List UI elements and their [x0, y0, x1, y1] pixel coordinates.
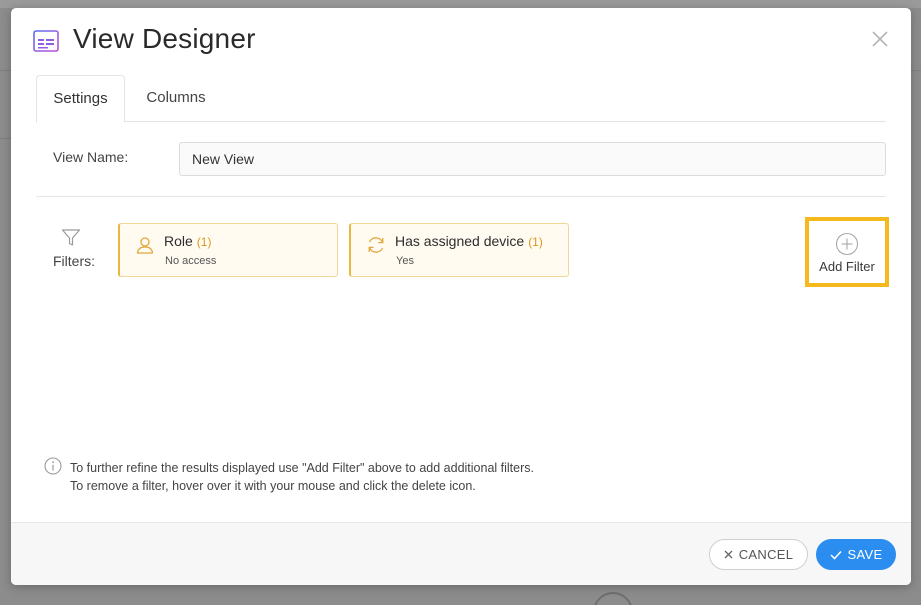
info-line: To further refine the results displayed … [70, 461, 534, 475]
info-text: To further refine the results displayed … [70, 459, 534, 495]
dialog-header: View Designer [11, 8, 911, 74]
filter-chip-has-assigned-device[interactable]: Has assigned device (1) Yes [349, 223, 569, 277]
cancel-label: CANCEL [738, 547, 794, 562]
save-label: SAVE [847, 547, 883, 562]
filter-value: No access [165, 255, 217, 267]
view-designer-icon [33, 30, 59, 52]
view-name-label: View Name: [53, 149, 129, 165]
add-filter-label: Add Filter [819, 259, 875, 274]
filters-label: Filters: [53, 253, 95, 269]
tab-settings[interactable]: Settings [36, 75, 125, 123]
add-filter-button[interactable]: Add Filter [805, 217, 889, 287]
background-divider [911, 70, 921, 71]
background-app-bar [0, 0, 921, 8]
cancel-button[interactable]: CANCEL [709, 539, 808, 570]
filter-name: Has assigned device (1) [395, 233, 543, 249]
close-icon[interactable] [869, 28, 891, 50]
filter-name: Role (1) [164, 233, 211, 249]
close-icon [724, 550, 733, 559]
info-icon [44, 457, 62, 475]
filter-name-text: Has assigned device [395, 233, 525, 249]
filter-count: (1) [528, 235, 543, 249]
tab-columns[interactable]: Columns [136, 75, 216, 122]
dialog-footer: CANCEL SAVE [11, 522, 911, 585]
filter-funnel-icon [61, 229, 81, 246]
filter-name-text: Role [164, 233, 193, 249]
filter-count: (1) [196, 235, 212, 249]
checkmark-icon [830, 550, 842, 560]
info-line: To remove a filter, hover over it with y… [70, 479, 476, 493]
plus-circle-icon [835, 232, 859, 256]
tab-bar: Settings Columns [36, 75, 886, 123]
background-divider [0, 138, 11, 139]
view-name-input[interactable] [179, 142, 886, 176]
dialog-title: View Designer [73, 23, 256, 54]
user-icon [136, 237, 154, 254]
filter-value: Yes [396, 255, 414, 267]
sync-icon [368, 237, 384, 253]
save-button[interactable]: SAVE [816, 539, 896, 570]
view-designer-dialog: View Designer Settings Columns View Name… [11, 8, 911, 585]
background-divider [0, 70, 11, 71]
background-spinner [593, 592, 633, 605]
filter-chip-role[interactable]: Role (1) No access [118, 223, 338, 277]
section-divider [36, 196, 886, 197]
